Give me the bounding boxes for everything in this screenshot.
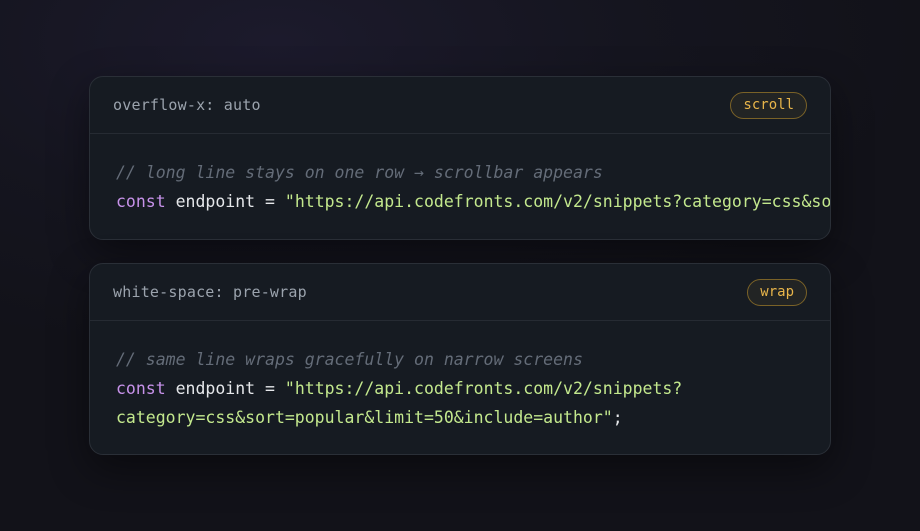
code-comment: // long line stays on one row → scrollba… bbox=[116, 163, 603, 182]
code-comment: // same line wraps gracefully on narrow … bbox=[116, 350, 583, 369]
keyword-const: const bbox=[116, 192, 166, 211]
keyword-const: const bbox=[116, 379, 166, 398]
code-line: const endpoint = "https://api.codefronts… bbox=[116, 187, 830, 216]
code-string: "https://api.codefronts.com/v2/snippets?… bbox=[284, 192, 830, 211]
code-block-scroll[interactable]: // long line stays on one row → scrollba… bbox=[90, 134, 830, 216]
pre-wrap-card: white-space: pre-wrap wrap // same line … bbox=[89, 263, 831, 455]
wrap-badge: wrap bbox=[747, 278, 807, 306]
code-identifier: endpoint = bbox=[165, 192, 285, 211]
overflow-scroll-card: overflow-x: auto scroll // long line sta… bbox=[89, 76, 831, 240]
card-header: overflow-x: auto scroll bbox=[90, 77, 830, 134]
code-semicolon: ; bbox=[612, 408, 623, 427]
scroll-badge: scroll bbox=[730, 91, 807, 119]
card-header: white-space: pre-wrap wrap bbox=[90, 264, 830, 321]
card-title: white-space: pre-wrap bbox=[113, 283, 307, 301]
code-line: const endpoint = "https://api.codefronts… bbox=[116, 374, 684, 432]
code-identifier: endpoint = bbox=[165, 379, 285, 398]
card-title: overflow-x: auto bbox=[113, 96, 261, 114]
code-block-wrap[interactable]: // same line wraps gracefully on narrow … bbox=[90, 321, 710, 432]
